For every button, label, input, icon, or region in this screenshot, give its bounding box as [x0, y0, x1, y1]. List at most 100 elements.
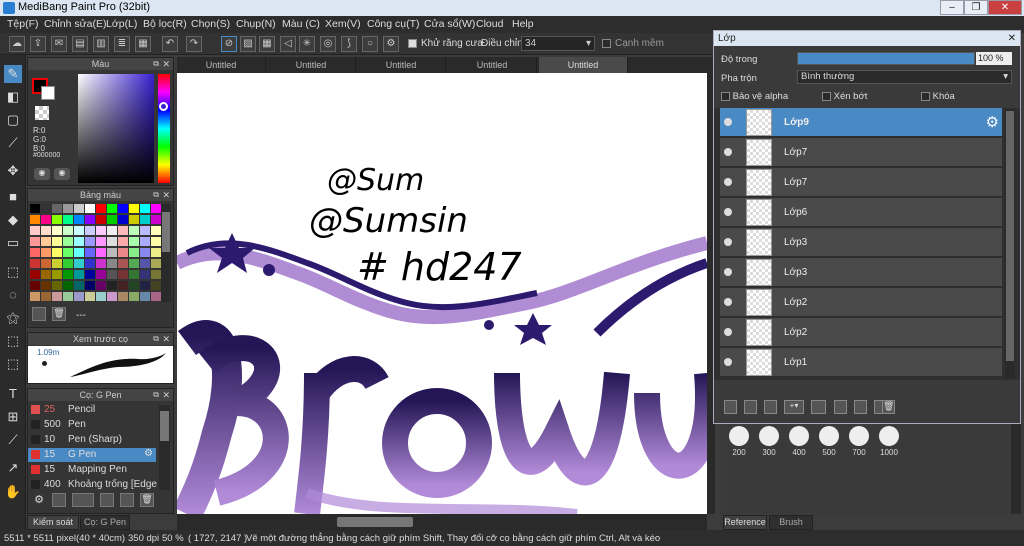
- popout-icon[interactable]: ⧉: [153, 389, 159, 401]
- brush-settings-icon[interactable]: ⚙: [32, 493, 46, 507]
- color-swatch[interactable]: [118, 248, 128, 257]
- comment-icon[interactable]: ✉: [51, 36, 67, 52]
- background-color[interactable]: [41, 86, 55, 100]
- color-swatch[interactable]: [140, 270, 150, 279]
- operation-icon[interactable]: ↗: [4, 459, 22, 477]
- color-swatch[interactable]: [63, 237, 73, 246]
- layer-row[interactable]: Lớp1: [720, 348, 1002, 377]
- menu-edit[interactable]: Chỉnh sửa(E): [44, 18, 106, 30]
- color-swatch[interactable]: [52, 270, 62, 279]
- layer-scrollbar[interactable]: [1005, 109, 1015, 379]
- menu-filter[interactable]: Bộ lọc(R): [143, 18, 187, 30]
- color-swatch[interactable]: [30, 270, 40, 279]
- color-swatch[interactable]: [151, 204, 161, 213]
- tab-reference[interactable]: Reference: [723, 515, 767, 530]
- color-swatch[interactable]: [96, 237, 106, 246]
- tab-document-2[interactable]: Untitled: [267, 57, 356, 73]
- close-icon[interactable]: ✕: [1008, 31, 1016, 46]
- color-swatch[interactable]: [63, 281, 73, 290]
- ellipse-snap-icon[interactable]: ○: [362, 36, 378, 52]
- color-swatch[interactable]: [129, 215, 139, 224]
- new-palette-icon[interactable]: [32, 307, 46, 321]
- color-swatch[interactable]: [74, 259, 84, 268]
- color-swatch[interactable]: [41, 259, 51, 268]
- menu-view[interactable]: Xem(V): [325, 18, 361, 30]
- tab-document-4[interactable]: Untitled: [448, 57, 537, 73]
- layer-row[interactable]: Lớp2: [720, 318, 1002, 347]
- color-swatch[interactable]: [85, 270, 95, 279]
- brush-item[interactable]: 25 Pencil: [28, 403, 156, 417]
- visibility-icon[interactable]: [724, 358, 732, 366]
- color-swatch[interactable]: [41, 270, 51, 279]
- drawing-canvas[interactable]: @Sum @Sumsin # hd247: [177, 73, 707, 514]
- color-swatch[interactable]: [107, 215, 117, 224]
- circle-snap-icon[interactable]: ◎: [320, 36, 336, 52]
- color-swatch[interactable]: [140, 259, 150, 268]
- popout-icon[interactable]: ⧉: [153, 189, 159, 201]
- color-swatch[interactable]: [118, 204, 128, 213]
- color-swatch[interactable]: [96, 248, 106, 257]
- color-swatch[interactable]: [107, 226, 117, 235]
- layer-row[interactable]: Lớp9 ⚙: [720, 108, 1002, 137]
- list-icon[interactable]: ≣: [114, 36, 130, 52]
- layer-row[interactable]: Lớp3: [720, 228, 1002, 257]
- settings-icon[interactable]: ⚙: [383, 36, 399, 52]
- hand-icon[interactable]: ✋: [4, 483, 22, 501]
- snap-checkbox[interactable]: [602, 38, 611, 49]
- menu-cloud[interactable]: Cloud: [476, 18, 503, 30]
- color-swatch[interactable]: [85, 237, 95, 246]
- color-swatch[interactable]: [151, 270, 161, 279]
- color-swatch[interactable]: [151, 215, 161, 224]
- color-swatch[interactable]: [129, 281, 139, 290]
- color-swatch[interactable]: [30, 248, 40, 257]
- select-icon[interactable]: ⬚: [4, 263, 22, 281]
- radial-snap-icon[interactable]: ✳: [299, 36, 315, 52]
- color-swatch[interactable]: [129, 248, 139, 257]
- curve-snap-icon[interactable]: ⟆: [341, 36, 357, 52]
- color-swatch[interactable]: [52, 259, 62, 268]
- menu-layer[interactable]: Lớp(L): [106, 18, 137, 30]
- color-swatch[interactable]: [96, 259, 106, 268]
- merge-down-icon[interactable]: [854, 400, 867, 414]
- undo-icon[interactable]: ↶: [162, 36, 178, 52]
- page-icon[interactable]: ▥: [93, 36, 109, 52]
- color-swatch[interactable]: [30, 237, 40, 246]
- folder-icon[interactable]: [120, 493, 134, 507]
- menu-file[interactable]: Tệp(F): [7, 18, 39, 30]
- color-swatch[interactable]: [63, 270, 73, 279]
- minimize-button[interactable]: –: [940, 0, 964, 15]
- tab-brush-size[interactable]: Brush Size: [769, 515, 813, 540]
- panel-icon[interactable]: ▦: [135, 36, 151, 52]
- color-swatch[interactable]: [74, 226, 84, 235]
- color-swatch[interactable]: [118, 237, 128, 246]
- brush-size-dot[interactable]: [789, 426, 809, 446]
- antialias-checkbox[interactable]: [408, 38, 417, 49]
- color-swatch[interactable]: [96, 204, 106, 213]
- close-icon[interactable]: ✕: [162, 333, 170, 345]
- visibility-icon[interactable]: [724, 238, 732, 246]
- color-swatch[interactable]: [74, 270, 84, 279]
- color-swatch[interactable]: [140, 292, 150, 301]
- color-swatch[interactable]: [30, 259, 40, 268]
- color-swatch[interactable]: [74, 292, 84, 301]
- maximize-button[interactable]: ❐: [964, 0, 988, 15]
- color-swatch[interactable]: [151, 226, 161, 235]
- color-swatch[interactable]: [140, 281, 150, 290]
- color-swatch[interactable]: [63, 215, 73, 224]
- color-swatch[interactable]: [63, 248, 73, 257]
- color-swatch[interactable]: [140, 248, 150, 257]
- palette-icon[interactable]: ◉: [34, 168, 50, 180]
- perspective-snap-icon[interactable]: ◁: [280, 36, 296, 52]
- color-swatch[interactable]: [129, 237, 139, 246]
- add-layer-menu-icon[interactable]: +▾: [784, 400, 804, 414]
- menu-select[interactable]: Chọn(S): [191, 18, 230, 30]
- color-swatch[interactable]: [63, 259, 73, 268]
- cloud-icon[interactable]: ☁: [9, 36, 25, 52]
- color-swatch[interactable]: [41, 215, 51, 224]
- transparent-color[interactable]: [35, 106, 49, 120]
- color-swatch[interactable]: [85, 215, 95, 224]
- brush-size-dot[interactable]: [729, 426, 749, 446]
- color-swatch[interactable]: [41, 248, 51, 257]
- tab-document-1[interactable]: Untitled: [177, 57, 266, 73]
- trash-icon[interactable]: 🗑: [140, 493, 154, 507]
